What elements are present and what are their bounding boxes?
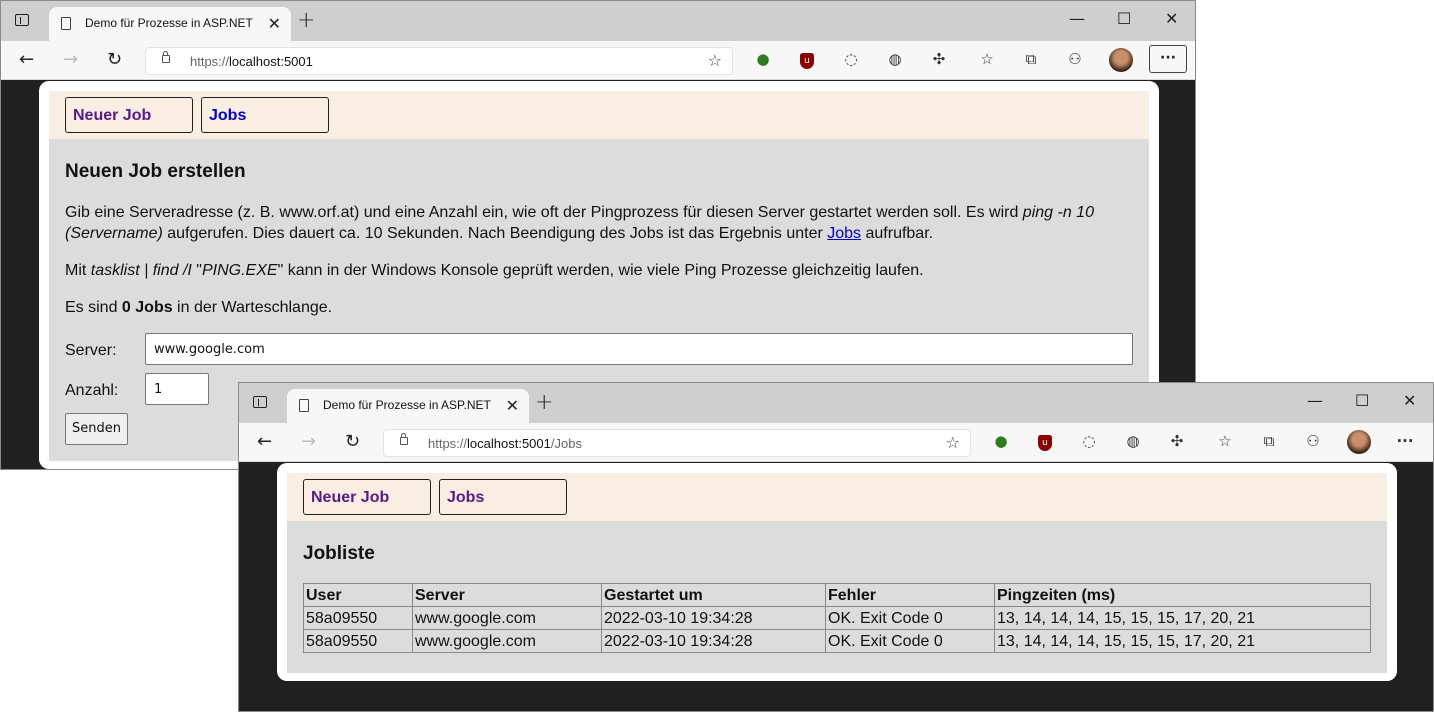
address-bar[interactable]: https://localhost:5001/Jobs ☆ [383,429,971,457]
title-bar: Demo für Prozesse in ASP.NET ✕ + — ☐ ✕ [239,383,1433,423]
intro-paragraph: Gib eine Serveradresse (z. B. www.orf.at… [65,204,1094,242]
avatar[interactable] [1109,48,1133,72]
queue-paragraph: Es sind 0 Jobs in der Warteschlange. [65,299,333,316]
page-title: Jobliste [303,543,375,564]
page-icon [299,399,309,412]
reload-button[interactable]: ↻ [107,49,122,70]
page-card: Neuer Job Jobs Jobliste User Server Gest… [277,463,1397,681]
privacy-extension-icon[interactable]: ◍ [885,50,905,68]
minimize-button[interactable]: — [1069,9,1085,28]
anzahl-label: Anzahl: [65,382,119,399]
privacy-extension-icon[interactable]: ◍ [1123,432,1143,450]
lock-icon[interactable] [162,51,170,63]
back-button[interactable]: ← [19,49,34,70]
tab-close-icon[interactable]: ✕ [506,396,519,415]
globe-extension-icon[interactable]: ● [753,50,773,68]
code-extension-icon[interactable]: ◌ [841,50,861,68]
tab-title: Demo für Prozesse in ASP.NET [323,398,491,412]
title-bar: Demo für Prozesse in ASP.NET ✕ + — ☐ ✕ [1,1,1195,41]
cell-user: 58a09550 [303,606,413,630]
page-title: Neuen Job erstellen [65,161,246,182]
table-header-row: User Server Gestartet um Fehler Pingzeit… [303,583,1371,607]
tab-close-icon[interactable]: ✕ [268,14,281,33]
maximize-button[interactable]: ☐ [1117,9,1131,28]
cell-gestartet: 2022-03-10 19:34:28 [601,606,826,630]
tasklist-paragraph: Mit tasklist | find /I "PING.EXE" kann i… [65,262,924,279]
tab-actions-icon[interactable] [253,396,267,408]
anzahl-input[interactable]: 1 [145,373,209,405]
cell-pingzeiten: 13, 14, 14, 14, 15, 15, 15, 17, 20, 21 [994,606,1371,630]
new-tab-button[interactable]: + [297,8,315,33]
close-window-button[interactable]: ✕ [1403,391,1416,410]
table-row: 58a09550 www.google.com 2022-03-10 19:34… [303,629,1371,653]
url-text: https://localhost:5001/Jobs [428,436,582,451]
collections-icon[interactable]: ⧉ [1021,50,1041,68]
avatar[interactable] [1347,430,1371,454]
browser-tab[interactable]: Demo für Prozesse in ASP.NET ✕ [287,389,529,423]
server-label: Server: [65,342,117,359]
reload-button[interactable]: ↻ [345,431,360,452]
forward-button[interactable]: → [301,431,316,452]
cell-server: www.google.com [412,606,602,630]
globe-extension-icon[interactable]: ● [991,432,1011,450]
site-nav: Neuer Job Jobs [49,91,1149,139]
profile-sync-icon[interactable]: ⚇ [1303,432,1323,450]
forward-button[interactable]: → [63,49,78,70]
cell-gestartet: 2022-03-10 19:34:28 [601,629,826,653]
add-favorite-icon[interactable]: ☆ [708,51,722,70]
settings-more-button[interactable]: ··· [1395,432,1415,450]
nav-neuer-job[interactable]: Neuer Job [65,97,193,133]
col-server: Server [412,583,602,607]
table-row: 58a09550 www.google.com 2022-03-10 19:34… [303,606,1371,630]
cell-server: www.google.com [412,629,602,653]
tab-title: Demo für Prozesse in ASP.NET [85,16,253,30]
nav-neuer-job[interactable]: Neuer Job [303,479,431,515]
lock-icon[interactable] [400,433,408,445]
extensions-icon[interactable]: ✣ [1167,432,1187,450]
send-button[interactable]: Senden [65,413,128,445]
close-window-button[interactable]: ✕ [1165,9,1178,28]
minimize-button[interactable]: — [1307,391,1323,410]
tab-actions-icon[interactable] [15,14,29,26]
ublock-extension-icon[interactable]: u [800,53,814,69]
jobs-link[interactable]: Jobs [827,225,861,242]
nav-jobs[interactable]: Jobs [439,479,567,515]
server-input[interactable]: www.google.com [145,333,1133,365]
cell-pingzeiten: 13, 14, 14, 14, 15, 15, 15, 17, 20, 21 [994,629,1371,653]
site-main: Jobliste User Server Gestartet um Fehler… [287,521,1387,673]
code-extension-icon[interactable]: ◌ [1079,432,1099,450]
favorites-icon[interactable]: ☆ [1215,432,1235,450]
add-favorite-icon[interactable]: ☆ [946,433,960,452]
browser-tab[interactable]: Demo für Prozesse in ASP.NET ✕ [49,7,291,41]
cell-fehler: OK. Exit Code 0 [825,606,995,630]
collections-icon[interactable]: ⧉ [1259,432,1279,450]
back-button[interactable]: ← [257,431,272,452]
job-table: User Server Gestartet um Fehler Pingzeit… [303,583,1371,653]
settings-more-button[interactable]: ··· [1149,45,1187,73]
url-text: https://localhost:5001 [190,54,313,69]
col-fehler: Fehler [825,583,995,607]
page-icon [61,17,71,30]
address-bar[interactable]: https://localhost:5001 ☆ [145,47,733,75]
nav-jobs[interactable]: Jobs [201,97,329,133]
maximize-button[interactable]: ☐ [1355,391,1369,410]
col-pingzeiten: Pingzeiten (ms) [994,583,1371,607]
browser-toolbar: ← → ↻ https://localhost:5001/Jobs ☆ ● u … [239,423,1433,462]
browser-window-jobs: Demo für Prozesse in ASP.NET ✕ + — ☐ ✕ ←… [238,382,1434,712]
cell-fehler: OK. Exit Code 0 [825,629,995,653]
ublock-extension-icon[interactable]: u [1038,435,1052,451]
col-user: User [303,583,413,607]
col-gestartet: Gestartet um [601,583,826,607]
new-tab-button[interactable]: + [535,390,553,415]
browser-toolbar: ← → ↻ https://localhost:5001 ☆ ● u ◌ ◍ ✣… [1,41,1195,80]
cell-user: 58a09550 [303,629,413,653]
profile-sync-icon[interactable]: ⚇ [1065,50,1085,68]
site-nav: Neuer Job Jobs [287,473,1387,521]
favorites-icon[interactable]: ☆ [977,50,997,68]
web-page: Neuer Job Jobs Jobliste User Server Gest… [287,473,1387,673]
extensions-icon[interactable]: ✣ [929,50,949,68]
